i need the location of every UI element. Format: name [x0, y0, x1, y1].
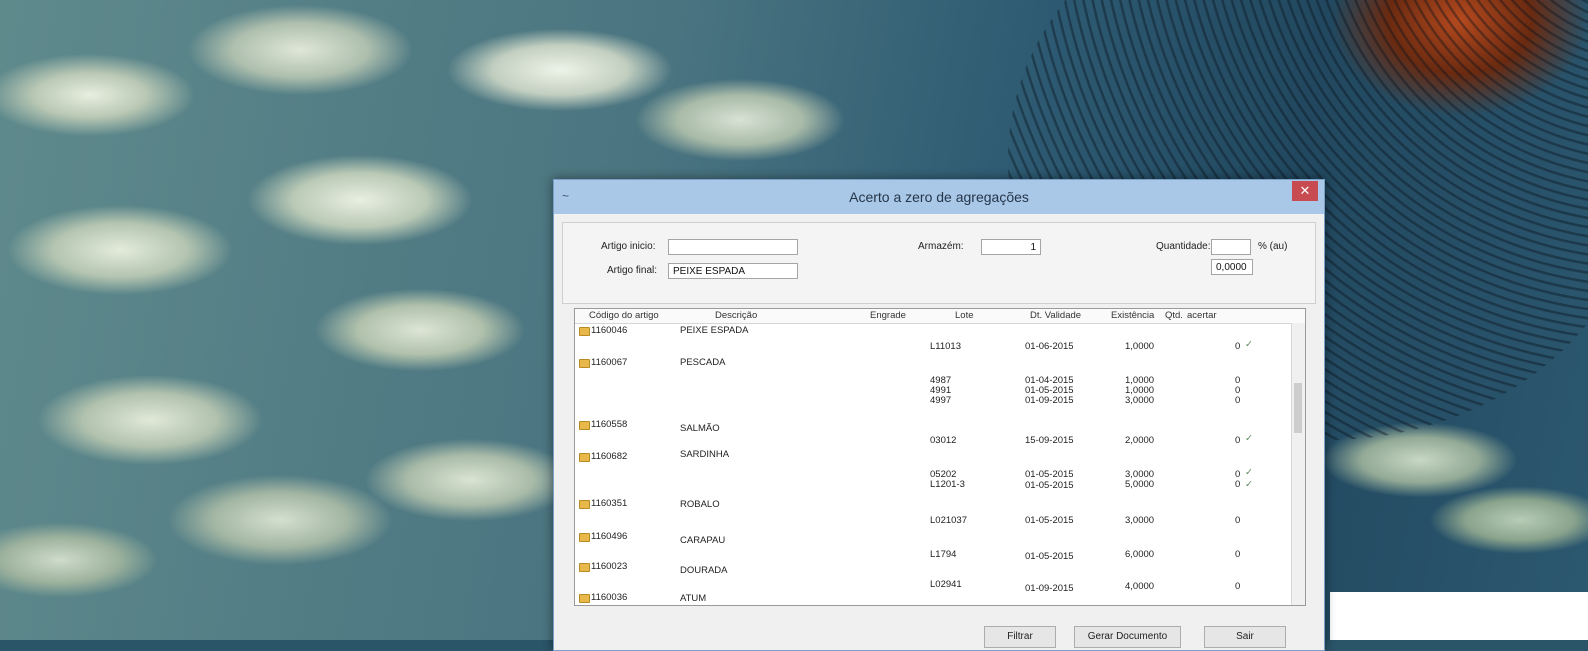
folder-icon	[579, 533, 590, 542]
lot-flag: 0	[1235, 515, 1241, 526]
dialog-window: ~ Acerto a zero de agregações ✕ Artigo i…	[553, 179, 1325, 651]
lot-existencia: 3,0000	[1125, 395, 1155, 406]
lot-lote: 4997	[930, 395, 952, 406]
item-code[interactable]: 1160036	[591, 592, 627, 603]
lot-existencia: 4,0000	[1125, 581, 1155, 592]
gerar-documento-button[interactable]: Gerar Documento	[1074, 626, 1181, 648]
grid-header: Código do artigo Descrição Engrade Lote …	[575, 309, 1305, 324]
quantidade-field[interactable]	[1211, 239, 1251, 255]
item-desc: SARDINHA	[680, 449, 730, 460]
articles-grid[interactable]: Código do artigo Descrição Engrade Lote …	[574, 308, 1306, 606]
item-desc: PESCADA	[680, 357, 726, 368]
lot-lote: L1794	[930, 549, 957, 560]
lot-lote: 03012	[930, 435, 957, 446]
artigo-fim-field[interactable]: PEIXE ESPADA	[668, 263, 798, 279]
item-code[interactable]: 1160046	[591, 325, 627, 336]
folder-icon	[579, 421, 590, 430]
lot-flag: 0	[1235, 341, 1241, 352]
lot-existencia: 6,0000	[1125, 549, 1155, 560]
sair-button[interactable]: Sair	[1204, 626, 1286, 648]
percent-label: % (au)	[1258, 241, 1288, 252]
quantidade-label: Quantidade:	[1156, 241, 1211, 252]
lot-validade: 01-09-2015	[1025, 583, 1074, 594]
lot-lote: L1201-3	[930, 479, 965, 490]
col-descricao[interactable]: Descrição	[715, 310, 757, 321]
dialog-titlebar[interactable]: ~ Acerto a zero de agregações ✕	[554, 180, 1324, 214]
item-code[interactable]: 1160351	[591, 498, 627, 509]
item-code[interactable]: 1160682	[591, 451, 627, 462]
folder-icon	[579, 563, 590, 572]
dialog-title: Acerto a zero de agregações	[849, 189, 1029, 205]
artigo-inicio-field[interactable]	[668, 239, 798, 255]
lot-validade: 01-09-2015	[1025, 395, 1074, 406]
percent-field[interactable]: 0,0000	[1211, 259, 1253, 275]
lot-validade: 01-05-2015	[1025, 469, 1074, 480]
lot-validade: 01-05-2015	[1025, 515, 1074, 526]
check-icon[interactable]: ✓	[1245, 433, 1253, 444]
filtrar-button[interactable]: Filtrar	[984, 626, 1056, 648]
armazem-field[interactable]: 1	[981, 239, 1041, 255]
check-icon[interactable]: ✓	[1245, 339, 1253, 350]
lot-validade: 01-06-2015	[1025, 341, 1074, 352]
item-desc: ATUM	[680, 593, 707, 604]
lot-existencia: 1,0000	[1125, 341, 1155, 352]
lot-lote: L021037	[930, 515, 967, 526]
lot-existencia: 5,0000	[1125, 479, 1155, 490]
lot-flag: 0	[1235, 549, 1241, 560]
col-engrade[interactable]: Engrade	[870, 310, 906, 321]
col-qtd[interactable]: Qtd.	[1165, 310, 1183, 321]
item-desc: DOURADA	[680, 565, 728, 576]
folder-icon	[579, 500, 590, 509]
check-icon[interactable]: ✓	[1245, 479, 1253, 490]
filter-panel: Artigo inicio: Artigo final: PEIXE ESPAD…	[562, 222, 1316, 304]
scrollbar-thumb[interactable]	[1294, 383, 1302, 433]
lot-existencia: 3,0000	[1125, 515, 1155, 526]
artigo-inicio-label: Artigo inicio:	[601, 241, 656, 252]
item-desc: PEIXE ESPADA	[680, 325, 749, 336]
background-corner	[1330, 592, 1588, 640]
artigo-fim-label: Artigo final:	[607, 265, 658, 276]
col-existencia[interactable]: Existência	[1111, 310, 1154, 321]
folder-icon	[579, 453, 590, 462]
item-desc: SALMÃO	[680, 423, 720, 434]
item-desc: CARAPAU	[680, 535, 726, 546]
item-code[interactable]: 1160496	[591, 531, 627, 542]
lot-validade: 01-05-2015	[1025, 551, 1074, 562]
folder-icon	[579, 594, 590, 603]
lot-existencia: 2,0000	[1125, 435, 1155, 446]
item-desc: ROBALO	[680, 499, 720, 510]
lot-flag: 0	[1235, 395, 1241, 406]
lot-validade: 01-05-2015	[1025, 480, 1074, 491]
folder-icon	[579, 359, 590, 368]
armazem-label: Armazém:	[918, 241, 964, 252]
col-codigo[interactable]: Código do artigo	[589, 310, 659, 321]
lot-flag: 0	[1235, 479, 1241, 490]
lot-flag: 0	[1235, 435, 1241, 446]
col-acertar[interactable]: acertar	[1187, 310, 1217, 321]
lot-validade: 15-09-2015	[1025, 435, 1074, 446]
lot-lote: L11013	[930, 341, 961, 352]
grid-scrollbar[interactable]	[1291, 323, 1305, 605]
lot-lote: L02941	[930, 579, 962, 590]
lot-flag: 0	[1235, 581, 1241, 592]
col-lote[interactable]: Lote	[955, 310, 974, 321]
item-code[interactable]: 1160067	[591, 357, 627, 368]
close-button[interactable]: ✕	[1292, 181, 1318, 201]
col-validade[interactable]: Dt. Validade	[1030, 310, 1081, 321]
item-code[interactable]: 1160023	[591, 561, 627, 572]
item-code[interactable]: 1160558	[591, 419, 627, 430]
folder-icon	[579, 327, 590, 336]
check-icon[interactable]: ✓	[1245, 467, 1253, 478]
